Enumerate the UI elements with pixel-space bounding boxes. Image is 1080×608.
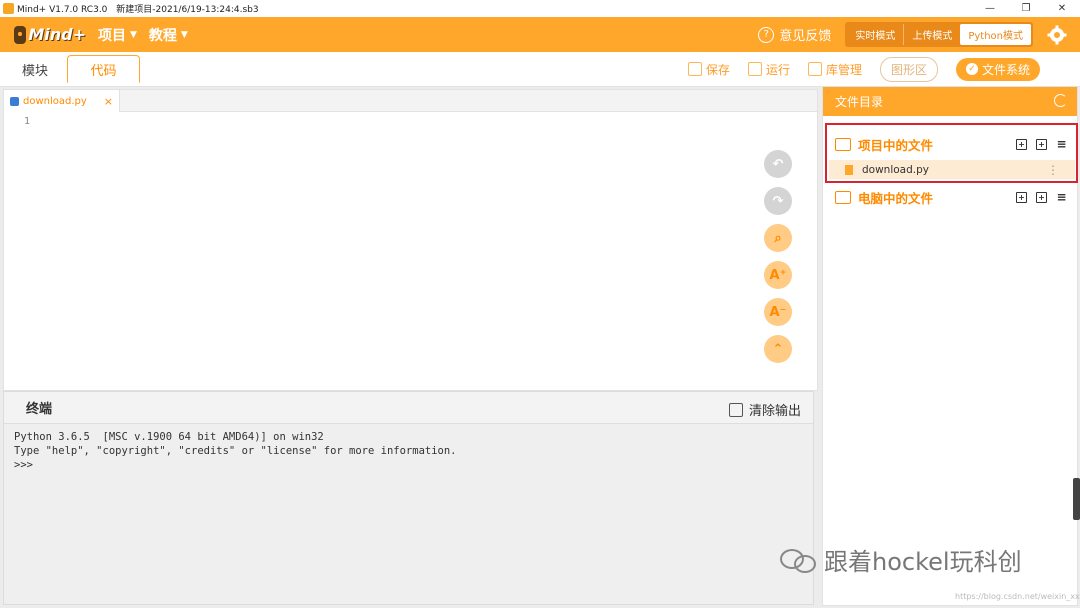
caret-down-icon: ▼ (180, 29, 188, 40)
scrollbar-handle[interactable] (1073, 478, 1080, 520)
clear-output-label: 清除输出 (748, 404, 801, 419)
tab-code[interactable]: 代码 (67, 55, 140, 83)
library-button[interactable]: 库管理 (807, 61, 862, 78)
scroll-top-icon[interactable]: ⌃ (764, 335, 792, 363)
feedback-label: 意见反馈 (779, 29, 832, 44)
monitor-icon (835, 190, 851, 204)
menu-icon[interactable]: ≡ (1056, 137, 1067, 151)
file-directory-panel: 文件目录 项目中的文件 + + ≡ download.py ⋮ 电脑中的文件 +… (822, 86, 1078, 606)
computer-files-section[interactable]: 电脑中的文件 + + ≡ (823, 179, 1077, 215)
file-system-button[interactable]: ✓ 文件系统 (955, 57, 1040, 81)
terminal-header: 终端 (4, 392, 813, 424)
project-menu-label: 项目 (98, 27, 126, 44)
library-icon (807, 62, 822, 76)
new-file-icon[interactable]: + (1016, 138, 1027, 150)
minimize-button[interactable]: — (972, 0, 1008, 17)
tutorial-menu[interactable]: 教程 ▼ (149, 25, 188, 45)
mode-python[interactable]: Python模式 (960, 24, 1031, 45)
editor-tabbar (120, 90, 817, 112)
terminal-panel: 终端 清除输出 Python 3.6.5 [MSC v.1900 64 bit … (3, 391, 814, 605)
file-panel-title: 文件目录 (835, 95, 884, 109)
mode-realtime[interactable]: 实时模式 (847, 24, 905, 45)
file-item-label: download.py (862, 163, 929, 176)
graphics-label: 图形区 (890, 62, 927, 77)
wechat-icon (780, 545, 818, 575)
mode-switcher: 实时模式 上传模式 Python模式 (845, 22, 1033, 47)
refresh-icon[interactable] (1054, 94, 1067, 107)
watermark-text: 跟着hockel玩科创 (824, 548, 1022, 576)
editor-tab-label: download.py (23, 95, 87, 107)
close-window-button[interactable]: ✕ (1044, 0, 1080, 17)
computer-files-label: 电脑中的文件 (858, 190, 934, 206)
broom-icon (728, 402, 743, 417)
tutorial-menu-label: 教程 (148, 27, 177, 44)
font-decrease-icon[interactable]: A⁻ (764, 298, 792, 326)
more-icon[interactable]: ⋮ (1047, 163, 1059, 177)
app-name: Mind+ V1.7.0 RC3.0 (17, 5, 108, 15)
font-increase-icon[interactable]: A⁺ (764, 261, 792, 289)
close-tab-icon[interactable]: × (104, 95, 113, 108)
save-button[interactable]: 保存 (687, 61, 730, 78)
feedback-button[interactable]: ? 意见反馈 (758, 25, 831, 44)
code-editor[interactable]: download.py × 1 ↶ ↷ ⌕ A⁺ A⁻ ⌃ (3, 89, 818, 391)
library-label: 库管理 (825, 62, 862, 77)
mode-upload[interactable]: 上传模式 (904, 24, 960, 45)
check-icon: ✓ (965, 63, 978, 75)
file-item-download[interactable]: download.py ⋮ (829, 160, 1075, 179)
new-file-icon[interactable]: + (1016, 191, 1027, 203)
new-folder-icon[interactable]: + (1036, 191, 1047, 203)
project-files-section[interactable]: 项目中的文件 + + ≡ (823, 126, 1077, 162)
search-icon[interactable]: ⌕ (764, 224, 792, 252)
play-icon (747, 62, 762, 76)
question-icon: ? (758, 26, 775, 43)
redo-icon[interactable]: ↷ (764, 187, 792, 215)
list-icon (835, 137, 851, 151)
window-titlebar: Mind+ V1.7.0 RC3.0 新建项目-2021/6/19-13:24:… (0, 0, 1080, 17)
save-icon (687, 62, 702, 76)
undo-icon[interactable]: ↶ (764, 150, 792, 178)
watermark: 跟着hockel玩科创 (780, 542, 1022, 577)
editor-side-tools: ↶ ↷ ⌕ A⁺ A⁻ ⌃ (764, 150, 792, 372)
robot-logo-icon (14, 25, 27, 44)
menu-icon[interactable]: ≡ (1056, 190, 1067, 204)
watermark-url: https://blog.csdn.net/weixin_xxxxx (955, 592, 1080, 601)
new-folder-icon[interactable]: + (1036, 138, 1047, 150)
project-name: 新建项目-2021/6/19-13:24:4.sb3 (116, 5, 259, 15)
mindplus-logo: Mind+ (14, 22, 86, 48)
run-button[interactable]: 运行 (747, 61, 790, 78)
file-icon (845, 164, 853, 175)
clear-output-button[interactable]: 清除输出 (728, 400, 801, 419)
graphics-button[interactable]: 图形区 (879, 56, 938, 82)
window-title: Mind+ V1.7.0 RC3.0 新建项目-2021/6/19-13:24:… (17, 2, 265, 15)
caret-down-icon: ▼ (130, 29, 137, 40)
editor-tab-download[interactable]: download.py × (4, 90, 120, 112)
logo-text: Mind+ (28, 25, 86, 44)
terminal-title: 终端 (26, 402, 53, 417)
save-label: 保存 (705, 62, 730, 77)
restore-button[interactable]: ❐ (1008, 0, 1044, 17)
line-number: 1 (24, 116, 31, 127)
app-icon (3, 3, 14, 14)
project-files-label: 项目中的文件 (858, 137, 934, 153)
file-panel-header: 文件目录 (823, 87, 1077, 116)
project-menu[interactable]: 项目 ▼ (98, 25, 137, 45)
terminal-output[interactable]: Python 3.6.5 [MSC v.1900 64 bit AMD64)] … (4, 424, 813, 478)
file-system-label: 文件系统 (981, 62, 1030, 77)
toolbar: 模块 代码 保存 运行 库管理 图形区 ✓ 文件系统 (0, 52, 1080, 87)
settings-gear-icon[interactable] (1047, 25, 1067, 45)
run-label: 运行 (765, 62, 790, 77)
tab-blocks[interactable]: 模块 (4, 55, 66, 83)
python-file-icon (10, 96, 19, 106)
menubar: Mind+ 项目 ▼ 教程 ▼ ? 意见反馈 实时模式 上传模式 Python模… (0, 17, 1080, 52)
